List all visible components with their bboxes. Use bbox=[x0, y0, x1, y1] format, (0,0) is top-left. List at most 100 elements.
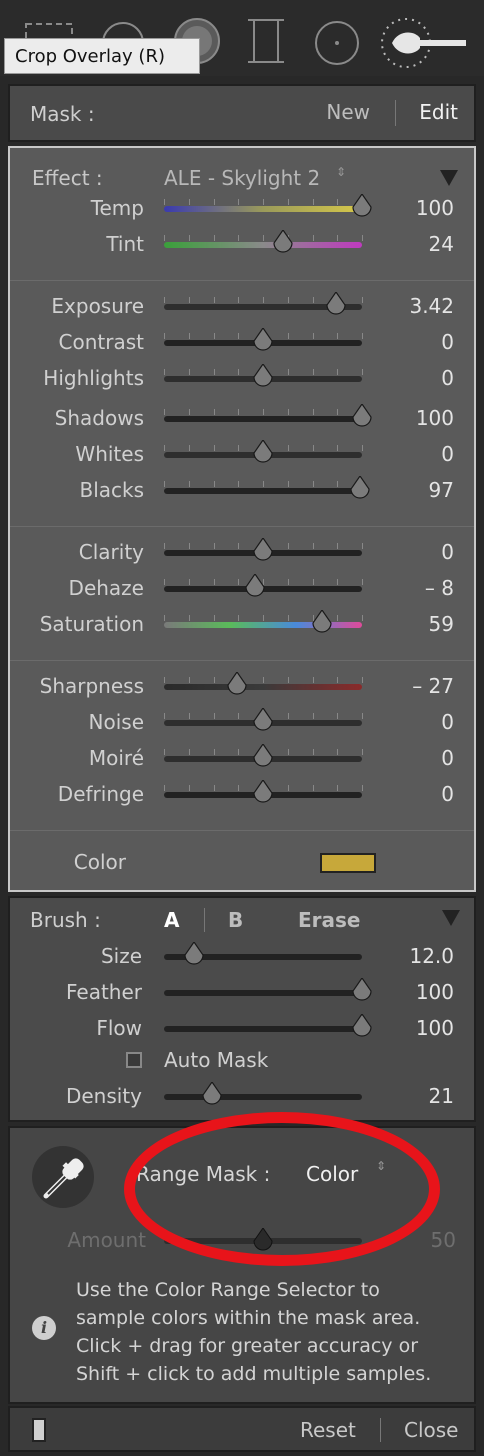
slider-tick bbox=[214, 333, 215, 339]
slider-thumb[interactable] bbox=[183, 942, 205, 966]
slider-tick bbox=[164, 369, 165, 375]
slider-thumb[interactable] bbox=[201, 1082, 223, 1106]
slider-value: 0 bbox=[441, 746, 454, 770]
slider-label: Moiré bbox=[88, 746, 144, 770]
brush-panel: Brush : A B Erase Auto Mask Size 12.0 Feat… bbox=[8, 896, 476, 1122]
slider-tick bbox=[164, 543, 165, 549]
slider-tick bbox=[214, 677, 215, 683]
slider-tick bbox=[313, 749, 314, 755]
slider-label: Defringe bbox=[57, 782, 144, 806]
mask-edit-button[interactable]: Edit bbox=[419, 100, 458, 124]
slider-tick bbox=[238, 235, 239, 241]
slider-value: 21 bbox=[428, 1084, 454, 1108]
slider-tick bbox=[189, 677, 190, 683]
panel-toggle-switch[interactable] bbox=[32, 1418, 46, 1442]
slider-value: 100 bbox=[415, 406, 454, 430]
slider-tick bbox=[214, 409, 215, 415]
slider-thumb[interactable] bbox=[311, 610, 333, 634]
divider bbox=[10, 526, 474, 527]
slider-tick bbox=[337, 615, 338, 621]
slider-thumb[interactable] bbox=[252, 364, 274, 388]
slider-tick bbox=[263, 615, 264, 621]
slider-label: Dehaze bbox=[68, 576, 144, 600]
slider-tick bbox=[238, 445, 239, 451]
slider-tick bbox=[288, 199, 289, 205]
slider-thumb[interactable] bbox=[325, 292, 347, 316]
effect-preset-dropdown[interactable]: ALE - Skylight 2 bbox=[164, 166, 320, 190]
slider-label: Noise bbox=[88, 710, 144, 734]
slider-tick bbox=[214, 481, 215, 487]
slider-thumb[interactable] bbox=[252, 744, 274, 768]
close-button[interactable]: Close bbox=[404, 1418, 458, 1442]
slider-tick bbox=[288, 409, 289, 415]
brush-b-button[interactable]: B bbox=[228, 908, 243, 932]
slider-tick bbox=[288, 785, 289, 791]
slider-thumb[interactable] bbox=[226, 672, 248, 696]
slider-label: Sharpness bbox=[39, 674, 144, 698]
slider-thumb[interactable] bbox=[252, 780, 274, 804]
slider-tick bbox=[214, 785, 215, 791]
slider-track[interactable] bbox=[164, 990, 362, 996]
slider-thumb[interactable] bbox=[272, 230, 294, 254]
slider-tick bbox=[337, 749, 338, 755]
slider-tick bbox=[164, 445, 165, 451]
slider-tick bbox=[214, 199, 215, 205]
slider-thumb[interactable] bbox=[252, 708, 274, 732]
slider-tick bbox=[214, 445, 215, 451]
slider-tick bbox=[313, 677, 314, 683]
slider-tick bbox=[164, 579, 165, 585]
toolbar: Crop Overlay (R) bbox=[0, 0, 484, 76]
slider-track[interactable] bbox=[164, 684, 362, 690]
slider-ticks bbox=[164, 481, 363, 487]
slider-tick bbox=[214, 369, 215, 375]
slider-label: Whites bbox=[75, 442, 144, 466]
slider-tick bbox=[313, 333, 314, 339]
slider-track[interactable] bbox=[164, 488, 362, 494]
slider-track[interactable] bbox=[164, 1026, 362, 1032]
slider-tick bbox=[362, 677, 363, 683]
slider-tick bbox=[189, 235, 190, 241]
slider-tick bbox=[288, 749, 289, 755]
slider-tick bbox=[214, 749, 215, 755]
slider-tick bbox=[337, 481, 338, 487]
slider-tick bbox=[214, 579, 215, 585]
collapse-triangle-icon[interactable] bbox=[440, 170, 458, 186]
slider-track[interactable] bbox=[164, 1094, 362, 1100]
divider bbox=[395, 100, 396, 126]
slider-tick bbox=[313, 369, 314, 375]
slider-tick bbox=[238, 369, 239, 375]
slider-thumb[interactable] bbox=[252, 538, 274, 562]
slider-track[interactable] bbox=[164, 242, 362, 248]
slider-tick bbox=[164, 297, 165, 303]
slider-tick bbox=[337, 785, 338, 791]
slider-tick bbox=[288, 713, 289, 719]
slider-thumb[interactable] bbox=[252, 440, 274, 464]
radial-filter-icon[interactable] bbox=[312, 18, 362, 68]
highlight-ring bbox=[124, 1112, 440, 1266]
slider-tick bbox=[288, 481, 289, 487]
brush-erase-button[interactable]: Erase bbox=[298, 908, 361, 932]
slider-thumb[interactable] bbox=[252, 328, 274, 352]
slider-tick bbox=[362, 785, 363, 791]
slider-thumb[interactable] bbox=[244, 574, 266, 598]
slider-label: Blacks bbox=[79, 478, 144, 502]
slider-tick bbox=[164, 235, 165, 241]
auto-mask-checkbox[interactable] bbox=[126, 1052, 142, 1068]
slider-tick bbox=[313, 409, 314, 415]
slider-track[interactable] bbox=[164, 206, 362, 212]
adjustment-brush-icon[interactable] bbox=[378, 14, 470, 72]
slider-tick bbox=[313, 543, 314, 549]
divider bbox=[10, 660, 474, 661]
color-swatch[interactable] bbox=[320, 853, 376, 873]
eyedropper-icon[interactable] bbox=[32, 1146, 94, 1208]
slider-tick bbox=[288, 297, 289, 303]
mask-new-button[interactable]: New bbox=[326, 100, 370, 124]
graduated-filter-icon[interactable] bbox=[246, 16, 286, 66]
collapse-triangle-icon[interactable] bbox=[442, 910, 460, 926]
slider-track[interactable] bbox=[164, 416, 362, 422]
brush-a-button[interactable]: A bbox=[164, 908, 179, 932]
slider-tick bbox=[362, 333, 363, 339]
reset-button[interactable]: Reset bbox=[300, 1418, 356, 1442]
slider-tick bbox=[362, 369, 363, 375]
slider-tick bbox=[263, 481, 264, 487]
